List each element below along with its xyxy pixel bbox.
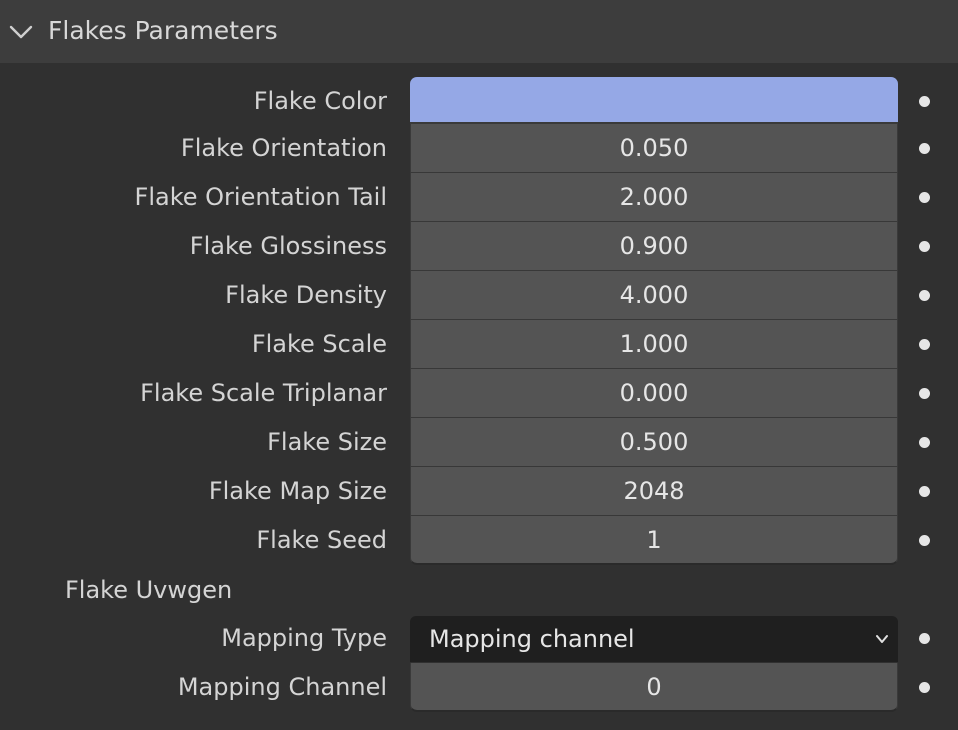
panel-title: Flakes Parameters xyxy=(48,16,278,45)
flake-orientation-tail-field[interactable]: 2.000 xyxy=(410,173,898,222)
mapping-type-value: Mapping channel xyxy=(429,625,635,653)
keyframe-dot-icon[interactable] xyxy=(919,339,930,350)
flake-color-swatch[interactable] xyxy=(410,77,898,124)
flake-map-size-field[interactable]: 2048 xyxy=(410,467,898,516)
mapping-channel-field[interactable]: 0 xyxy=(410,663,898,712)
keyframe-dot-icon[interactable] xyxy=(919,388,930,399)
flake-orientation-field[interactable]: 0.050 xyxy=(410,124,898,173)
flake-glossiness-row: Flake Glossiness 0.900 xyxy=(0,222,958,271)
keyframe-dot-icon[interactable] xyxy=(919,682,930,693)
flake-uvwgen-section: Flake Uvwgen xyxy=(0,566,958,615)
flake-glossiness-field[interactable]: 0.900 xyxy=(410,222,898,271)
flake-size-row: Flake Size 0.500 xyxy=(0,418,958,467)
flake-color-label: Flake Color xyxy=(253,87,387,115)
flake-orientation-tail-row: Flake Orientation Tail 2.000 xyxy=(0,173,958,222)
panel-header[interactable]: Flakes Parameters xyxy=(0,0,958,63)
flake-seed-field[interactable]: 1 xyxy=(410,516,898,565)
keyframe-dot-icon[interactable] xyxy=(919,633,930,644)
flake-map-size-row: Flake Map Size 2048 xyxy=(0,467,958,516)
keyframe-dot-icon[interactable] xyxy=(919,143,930,154)
flake-uvwgen-label: Flake Uvwgen xyxy=(65,576,233,604)
flake-scale-triplanar-field[interactable]: 0.000 xyxy=(410,369,898,418)
keyframe-dot-icon[interactable] xyxy=(919,437,930,448)
flake-scale-triplanar-label: Flake Scale Triplanar xyxy=(140,379,387,407)
flake-scale-field[interactable]: 1.000 xyxy=(410,320,898,369)
mapping-type-dropdown[interactable]: Mapping channel xyxy=(410,616,898,662)
chevron-down-icon[interactable] xyxy=(8,19,34,45)
flake-scale-triplanar-row: Flake Scale Triplanar 0.000 xyxy=(0,369,958,418)
flake-density-field[interactable]: 4.000 xyxy=(410,271,898,320)
flake-glossiness-label: Flake Glossiness xyxy=(189,232,387,260)
flake-density-row: Flake Density 4.000 xyxy=(0,271,958,320)
chevron-down-icon xyxy=(876,635,888,643)
flake-density-label: Flake Density xyxy=(225,281,387,309)
flake-orientation-row: Flake Orientation 0.050 xyxy=(0,124,958,173)
flake-color-row: Flake Color xyxy=(0,77,958,126)
keyframe-dot-icon[interactable] xyxy=(919,535,930,546)
flake-size-field[interactable]: 0.500 xyxy=(410,418,898,467)
mapping-type-label: Mapping Type xyxy=(221,624,387,652)
flake-size-label: Flake Size xyxy=(267,428,387,456)
keyframe-dot-icon[interactable] xyxy=(919,486,930,497)
flake-seed-label: Flake Seed xyxy=(256,526,387,554)
keyframe-dot-icon[interactable] xyxy=(919,290,930,301)
flake-seed-row: Flake Seed 1 xyxy=(0,516,958,565)
flake-orientation-tail-label: Flake Orientation Tail xyxy=(134,183,387,211)
keyframe-dot-icon[interactable] xyxy=(919,241,930,252)
keyframe-dot-icon[interactable] xyxy=(919,96,930,107)
flake-scale-label: Flake Scale xyxy=(251,330,387,358)
keyframe-dot-icon[interactable] xyxy=(919,192,930,203)
mapping-channel-label: Mapping Channel xyxy=(177,673,387,701)
flake-map-size-label: Flake Map Size xyxy=(208,477,387,505)
flake-scale-row: Flake Scale 1.000 xyxy=(0,320,958,369)
mapping-type-row: Mapping Type Mapping channel xyxy=(0,614,958,663)
mapping-channel-row: Mapping Channel 0 xyxy=(0,663,958,712)
flake-orientation-label: Flake Orientation xyxy=(180,134,387,162)
